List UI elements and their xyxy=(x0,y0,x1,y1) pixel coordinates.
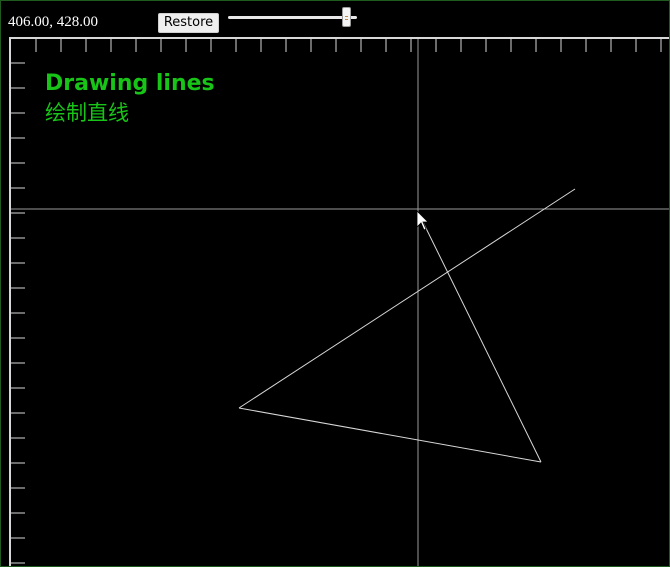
drawn-line-2 xyxy=(238,407,542,463)
arrow-cursor-icon xyxy=(416,210,429,231)
ruler-left-ticks xyxy=(11,62,25,564)
coordinate-readout: 406.00, 428.00 xyxy=(8,14,98,30)
app-window: Drawing lines 绘制直线 406.00, 428.00 Restor… xyxy=(0,0,670,567)
zoom-slider-thumb[interactable] xyxy=(342,7,352,27)
drawn-line-1 xyxy=(238,188,576,409)
drawing-canvas[interactable]: Drawing lines 绘制直线 xyxy=(1,1,669,566)
toolbar: 406.00, 428.00 Restore xyxy=(1,1,669,37)
canvas-heading: Drawing lines xyxy=(45,71,215,96)
ruler-top-ticks xyxy=(35,39,662,52)
canvas-subheading: 绘制直线 xyxy=(45,101,129,125)
restore-button[interactable]: Restore xyxy=(158,13,219,33)
zoom-slider-track[interactable] xyxy=(228,16,357,19)
